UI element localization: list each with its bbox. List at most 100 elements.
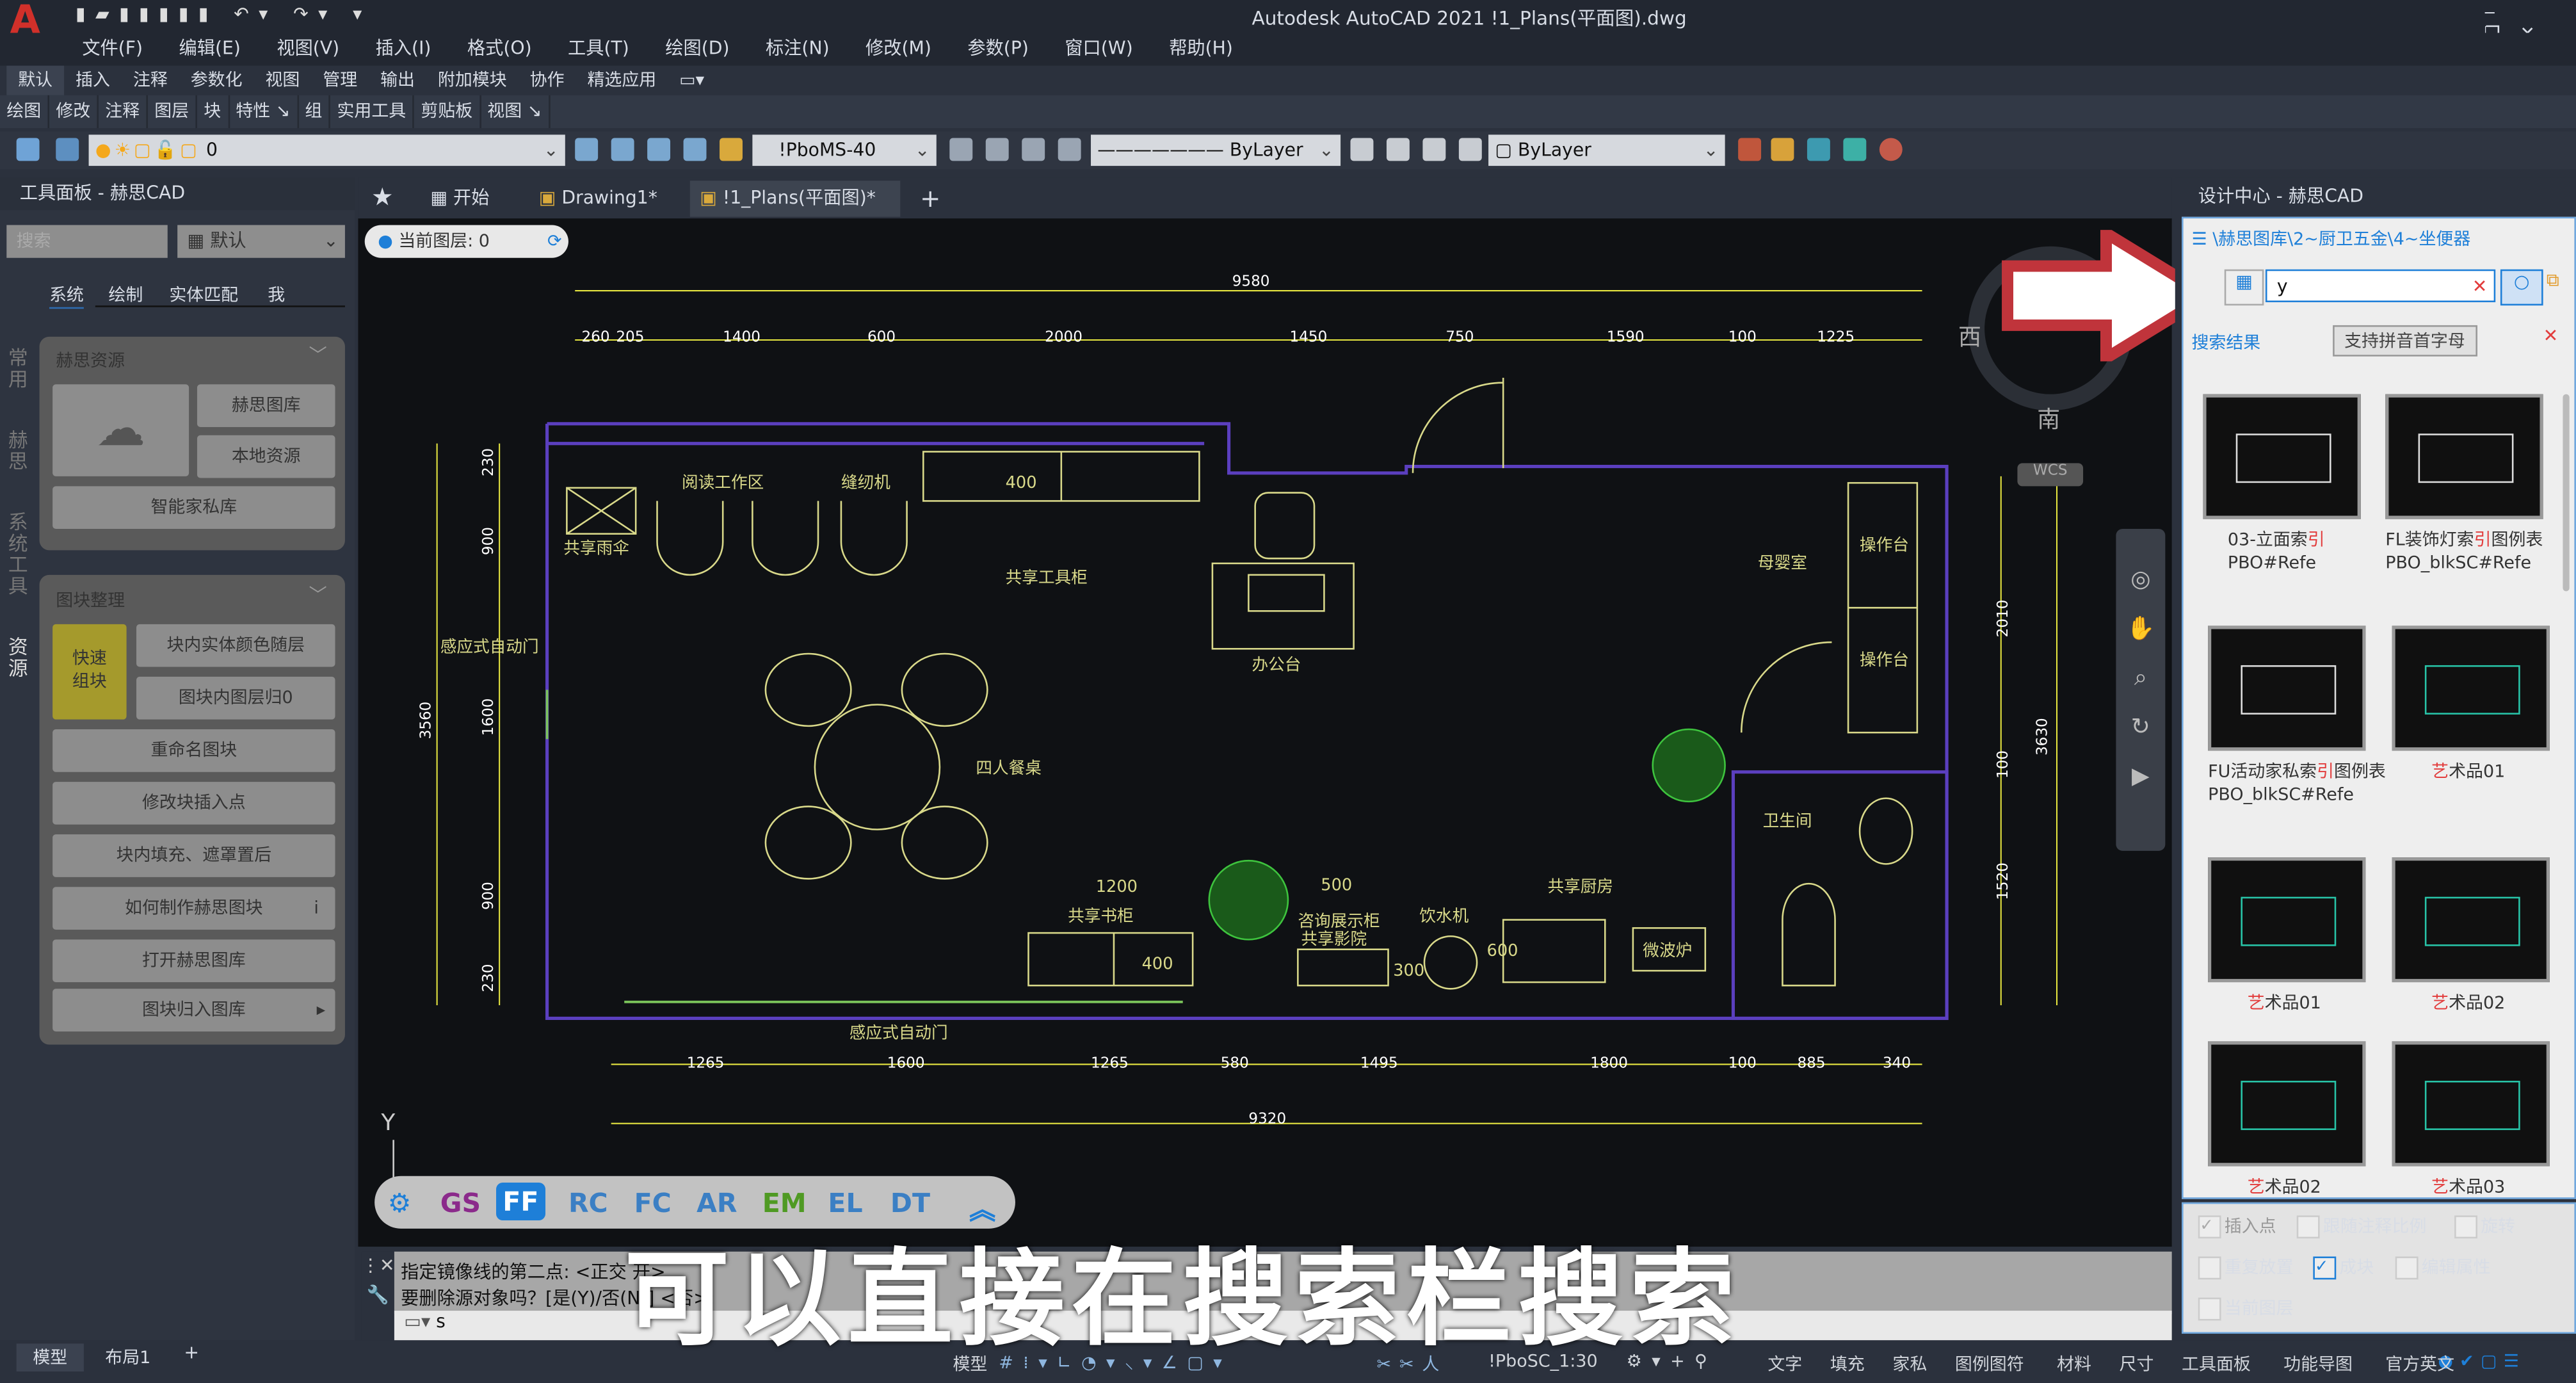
close-icon[interactable]: ⋮✕ <box>362 1252 395 1281</box>
dimension-label: 750 <box>1445 329 1474 346</box>
dimension-label: 2000 <box>1045 329 1083 346</box>
filter-gs[interactable]: GS <box>440 1188 481 1219</box>
dimension-label: 3630 <box>2034 718 2051 756</box>
dimension-label: 100 <box>1728 1055 1757 1071</box>
result-label[interactable]: 艺术品01 <box>2248 992 2428 1015</box>
label-match: 艺 <box>2431 1177 2449 1198</box>
room-label: 饮水机 <box>1419 907 1469 926</box>
label-match: 引 <box>2474 530 2491 551</box>
close-results-icon[interactable]: ✕ <box>2543 325 2559 346</box>
library-path[interactable]: ☰ \赫思图库\2~厨卫五金\4~坐便器 <box>2191 227 2470 251</box>
filter-dt[interactable]: DT <box>890 1188 930 1219</box>
dimension-label: 600 <box>867 329 896 346</box>
option-checkbox[interactable]: ✓ <box>2198 1215 2221 1239</box>
dimension-label: 260 <box>581 329 609 346</box>
room-label: 感应式自动门 <box>849 1023 948 1042</box>
dimension-label: 1450 <box>1290 329 1328 346</box>
room-label: 缝纫机 <box>841 473 890 492</box>
dimension-label: 9580 <box>1232 273 1270 289</box>
quick-link[interactable]: 文字 <box>1767 1352 1802 1376</box>
quick-link[interactable]: 尺寸 <box>2120 1352 2154 1376</box>
result-thumbnail[interactable] <box>2392 1041 2550 1167</box>
command-line-handle[interactable]: ⋮✕ 🔧 <box>361 1251 395 1341</box>
dimension-label: 1400 <box>723 329 761 346</box>
add-layout-button[interactable]: + <box>184 1342 199 1363</box>
room-label: 共享书柜 <box>1068 907 1134 926</box>
option-checkbox[interactable]: ✓ <box>2313 1256 2337 1280</box>
dimension-label: 100 <box>1995 750 2011 779</box>
option-label: 当前图层 <box>2224 1299 2294 1319</box>
room-label: 共享工具柜 <box>1006 569 1088 588</box>
wcs-menu[interactable]: WCS <box>2017 463 2084 487</box>
dimension-label: 885 <box>1798 1055 1826 1071</box>
option-checkbox[interactable] <box>2454 1215 2477 1239</box>
tab-layout1[interactable]: 布局1 <box>105 1345 150 1370</box>
navigation-bar: ◎ ✋ ⌕ ↻ ▶ <box>2116 529 2166 851</box>
window-icon[interactable]: ⧉ <box>2547 270 2559 293</box>
result-thumbnail[interactable] <box>2203 394 2361 519</box>
quick-link[interactable]: 填充 <box>1830 1352 1865 1376</box>
grid-view-icon[interactable]: ▦ <box>2224 269 2264 306</box>
filter-ar[interactable]: AR <box>696 1188 737 1219</box>
room-label: 咨询展示柜 <box>1298 912 1380 931</box>
tab-model[interactable]: 模型 <box>16 1343 84 1372</box>
dimension-label: 230 <box>480 964 497 992</box>
option-label: 编辑属性 <box>2421 1258 2491 1278</box>
compass-south[interactable]: 南 <box>2037 402 2060 435</box>
result-label[interactable]: 艺术品02 <box>2248 1176 2428 1199</box>
filter-rc[interactable]: RC <box>568 1188 608 1219</box>
search-toggle-button[interactable]: ○ <box>2500 269 2543 306</box>
option-checkbox[interactable] <box>2198 1256 2221 1280</box>
clear-search-icon[interactable]: ✕ <box>2472 271 2488 303</box>
room-label: 300 <box>1393 961 1424 980</box>
ucs-y-label: Y <box>381 1110 396 1137</box>
gear-icon[interactable]: ⚙ <box>388 1188 412 1219</box>
library-search-input[interactable]: y ✕ <box>2265 269 2496 303</box>
quick-link[interactable]: 功能导图 <box>2283 1352 2353 1376</box>
quick-link[interactable]: 材料 <box>2057 1352 2091 1376</box>
result-thumbnail[interactable] <box>2392 857 2550 983</box>
option-checkbox[interactable] <box>2198 1297 2221 1321</box>
result-thumbnail[interactable] <box>2392 626 2550 751</box>
result-thumbnail[interactable] <box>2208 626 2366 751</box>
filter-el[interactable]: EL <box>828 1188 862 1219</box>
library-path-text: \赫思图库\2~厨卫五金\4~坐便器 <box>2212 230 2471 250</box>
label-prefix: FU活动家私索 <box>2208 762 2317 782</box>
result-thumbnail[interactable] <box>2208 1041 2366 1167</box>
result-label[interactable]: 艺术品03 <box>2431 1176 2576 1199</box>
filter-em[interactable]: EM <box>762 1188 807 1219</box>
label-match: 艺 <box>2247 994 2265 1014</box>
room-label: 400 <box>1006 473 1037 492</box>
label-suffix: 术品02 <box>2449 994 2506 1014</box>
list-icon[interactable]: ☰ <box>2191 230 2212 250</box>
nav-tools[interactable]: ◎ ✋ ⌕ ↻ ▶ <box>2126 555 2155 802</box>
quick-link[interactable]: 官方英文 <box>2385 1352 2454 1376</box>
option-label: 跟随注释比例 <box>2322 1217 2427 1237</box>
wrench-icon[interactable]: 🔧 <box>362 1281 394 1311</box>
command-input-value: s <box>436 1311 446 1332</box>
option-checkbox[interactable] <box>2296 1215 2320 1239</box>
filter-ff[interactable]: FF <box>496 1183 545 1221</box>
compass-west[interactable]: 西 <box>1958 320 1981 353</box>
result-label[interactable]: 03-立面索引 PBO#Refe <box>2228 529 2408 575</box>
result-thumbnail[interactable] <box>2385 394 2543 519</box>
option-checkbox[interactable] <box>2395 1256 2419 1280</box>
label-suffix: 术品02 <box>2264 1177 2321 1198</box>
room-label: 400 <box>1142 955 1173 974</box>
dimension-label: 1265 <box>1091 1055 1129 1071</box>
label-suffix: 术品03 <box>2449 1177 2506 1198</box>
result-label[interactable]: FU活动家私索引图例表 PBO_blkSC#Refe <box>2208 761 2388 807</box>
result-label[interactable]: 艺术品01 <box>2431 761 2576 784</box>
result-label[interactable]: 艺术品02 <box>2431 992 2576 1015</box>
quick-link[interactable]: 工具面板 <box>2182 1352 2251 1376</box>
result-thumbnail[interactable] <box>2208 857 2366 983</box>
quick-link[interactable]: 家私 <box>1892 1352 1927 1376</box>
room-label: 操作台 <box>1860 535 1909 554</box>
option-label: 旋转 <box>2481 1217 2516 1237</box>
search-results-label: 搜索结果 <box>2191 333 2261 353</box>
filter-fc[interactable]: FC <box>634 1188 672 1219</box>
dimension-label: 100 <box>1728 329 1757 346</box>
quick-link[interactable]: 图例图符 <box>1955 1352 2024 1376</box>
result-label[interactable]: FL装饰灯索引图例表 PBO_blkSC#Refe <box>2385 529 2566 575</box>
label-match: 艺 <box>2431 762 2449 782</box>
